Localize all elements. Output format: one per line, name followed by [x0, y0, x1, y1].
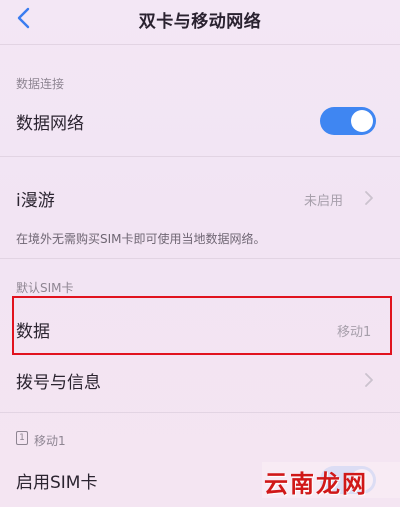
toggle-knob	[351, 110, 373, 132]
section-divider	[0, 258, 400, 259]
enable-sim-label: 启用SIM卡	[16, 473, 98, 493]
section-divider	[0, 412, 400, 413]
calls-messages-row[interactable]: 拨号与信息	[0, 358, 400, 402]
navigation-bar: 双卡与移动网络	[0, 0, 400, 40]
roaming-status: 未启用	[304, 194, 344, 209]
mobile-data-label: 数据网络	[16, 114, 84, 134]
sim-slot-icon: 1	[16, 431, 28, 445]
highlight-annotation-box	[12, 296, 392, 355]
section-divider	[0, 156, 400, 157]
mobile-data-row[interactable]: 数据网络	[0, 98, 400, 144]
calls-messages-label: 拨号与信息	[16, 373, 101, 393]
roaming-description: 在境外无需购买SIM卡即可使用当地数据网络。	[16, 232, 266, 246]
header-divider	[0, 44, 400, 45]
chevron-right-icon	[365, 373, 373, 387]
roaming-row[interactable]: i漫游 未启用	[0, 172, 400, 222]
roaming-label: i漫游	[16, 191, 55, 211]
default-sim-section-label: 默认SIM卡	[16, 281, 74, 295]
settings-screen: 双卡与移动网络 数据连接 数据网络 i漫游 未启用 在境外无需购买SIM卡即可使…	[0, 0, 400, 507]
page-title: 双卡与移动网络	[138, 12, 262, 32]
chevron-right-icon	[365, 191, 373, 205]
mobile-data-toggle[interactable]	[320, 107, 376, 135]
data-connection-section-label: 数据连接	[16, 77, 65, 91]
sim1-section-label: 移动1	[34, 434, 66, 448]
watermark-text: 云南龙网	[264, 470, 368, 498]
watermark: 云南龙网	[262, 462, 400, 498]
